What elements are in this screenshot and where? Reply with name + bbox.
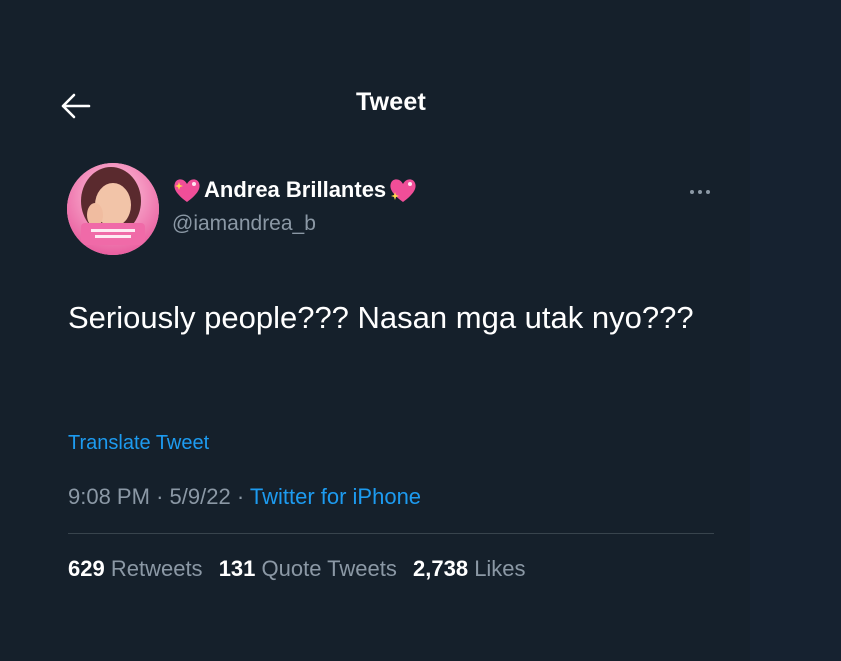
avatar[interactable] bbox=[67, 163, 159, 255]
more-dots-icon bbox=[690, 190, 710, 194]
quote-tweets-count: 131 bbox=[218, 556, 256, 581]
retweets-label: Retweets bbox=[110, 556, 203, 581]
author-handle[interactable]: @iamandrea_b bbox=[172, 212, 316, 236]
tweet-meta: 9:08 PM · 5/9/22 · Twitter for iPhone bbox=[68, 484, 421, 510]
likes-label: Likes bbox=[474, 556, 526, 581]
tweet-date[interactable]: 5/9/22 bbox=[170, 484, 231, 509]
sparkling-heart-icon bbox=[390, 179, 416, 202]
tweet-source-link[interactable]: Twitter for iPhone bbox=[250, 484, 421, 509]
divider bbox=[68, 533, 714, 534]
more-options-button[interactable] bbox=[682, 180, 718, 204]
quote-tweets-stat[interactable]: 131 Quote Tweets bbox=[219, 556, 403, 581]
tweet-time[interactable]: 9:08 PM bbox=[68, 484, 150, 509]
likes-stat[interactable]: 2,738 Likes bbox=[413, 556, 526, 581]
quote-tweets-label: Quote Tweets bbox=[261, 556, 397, 581]
tweet-stats: 629 Retweets 131 Quote Tweets 2,738 Like… bbox=[68, 556, 536, 582]
translate-tweet-link[interactable]: Translate Tweet bbox=[68, 432, 209, 455]
meta-separator: · bbox=[156, 484, 164, 509]
sparkling-heart-icon bbox=[174, 179, 200, 202]
author-name-row[interactable]: Andrea Brillantes bbox=[172, 176, 418, 204]
author-display-name[interactable]: Andrea Brillantes bbox=[204, 177, 386, 203]
retweets-count: 629 bbox=[68, 556, 105, 581]
meta-separator: · bbox=[236, 484, 245, 509]
likes-count: 2,738 bbox=[413, 556, 469, 581]
tweet-text: Seriously people??? Nasan mga utak nyo??… bbox=[68, 300, 694, 335]
retweets-stat[interactable]: 629 Retweets bbox=[68, 556, 209, 581]
avatar-image bbox=[67, 163, 159, 255]
page-title: Tweet bbox=[356, 88, 426, 116]
